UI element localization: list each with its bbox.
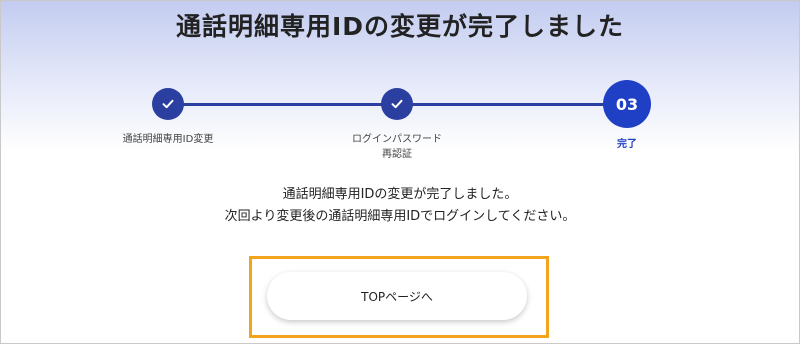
progress-stepper: 通話明細専用ID変更 ログインパスワード 再認証 03 完了 — [1, 1, 799, 171]
step-connector-1 — [169, 103, 396, 106]
page-frame: 通話明細専用IDの変更が完了しました 通話明細専用ID変更 ログインパスワード … — [0, 0, 800, 344]
completion-message: 通話明細専用IDの変更が完了しました。 次回より変更後の通話明細専用IDでログイ… — [1, 184, 799, 228]
step-2-label-line2: 再認証 — [382, 149, 412, 160]
step-3-number: 03 — [615, 94, 639, 114]
check-icon — [391, 99, 403, 109]
step-2-indicator — [381, 88, 413, 120]
step-3-label: 完了 — [617, 139, 637, 150]
top-page-button[interactable]: TOPページへ — [267, 272, 527, 320]
message-line-1: 通話明細専用IDの変更が完了しました。 — [282, 187, 518, 202]
step-connector-2 — [397, 103, 627, 106]
step-1-indicator — [152, 88, 184, 120]
step-3-indicator: 03 — [603, 80, 651, 128]
step-2-label-line1: ログインパスワード — [352, 134, 442, 145]
check-icon — [162, 99, 174, 109]
message-line-2: 次回より変更後の通話明細専用IDでログインしてください。 — [224, 209, 576, 224]
step-1-label: 通話明細専用ID変更 — [122, 134, 214, 145]
step-2-label: ログインパスワード 再認証 — [327, 132, 467, 162]
